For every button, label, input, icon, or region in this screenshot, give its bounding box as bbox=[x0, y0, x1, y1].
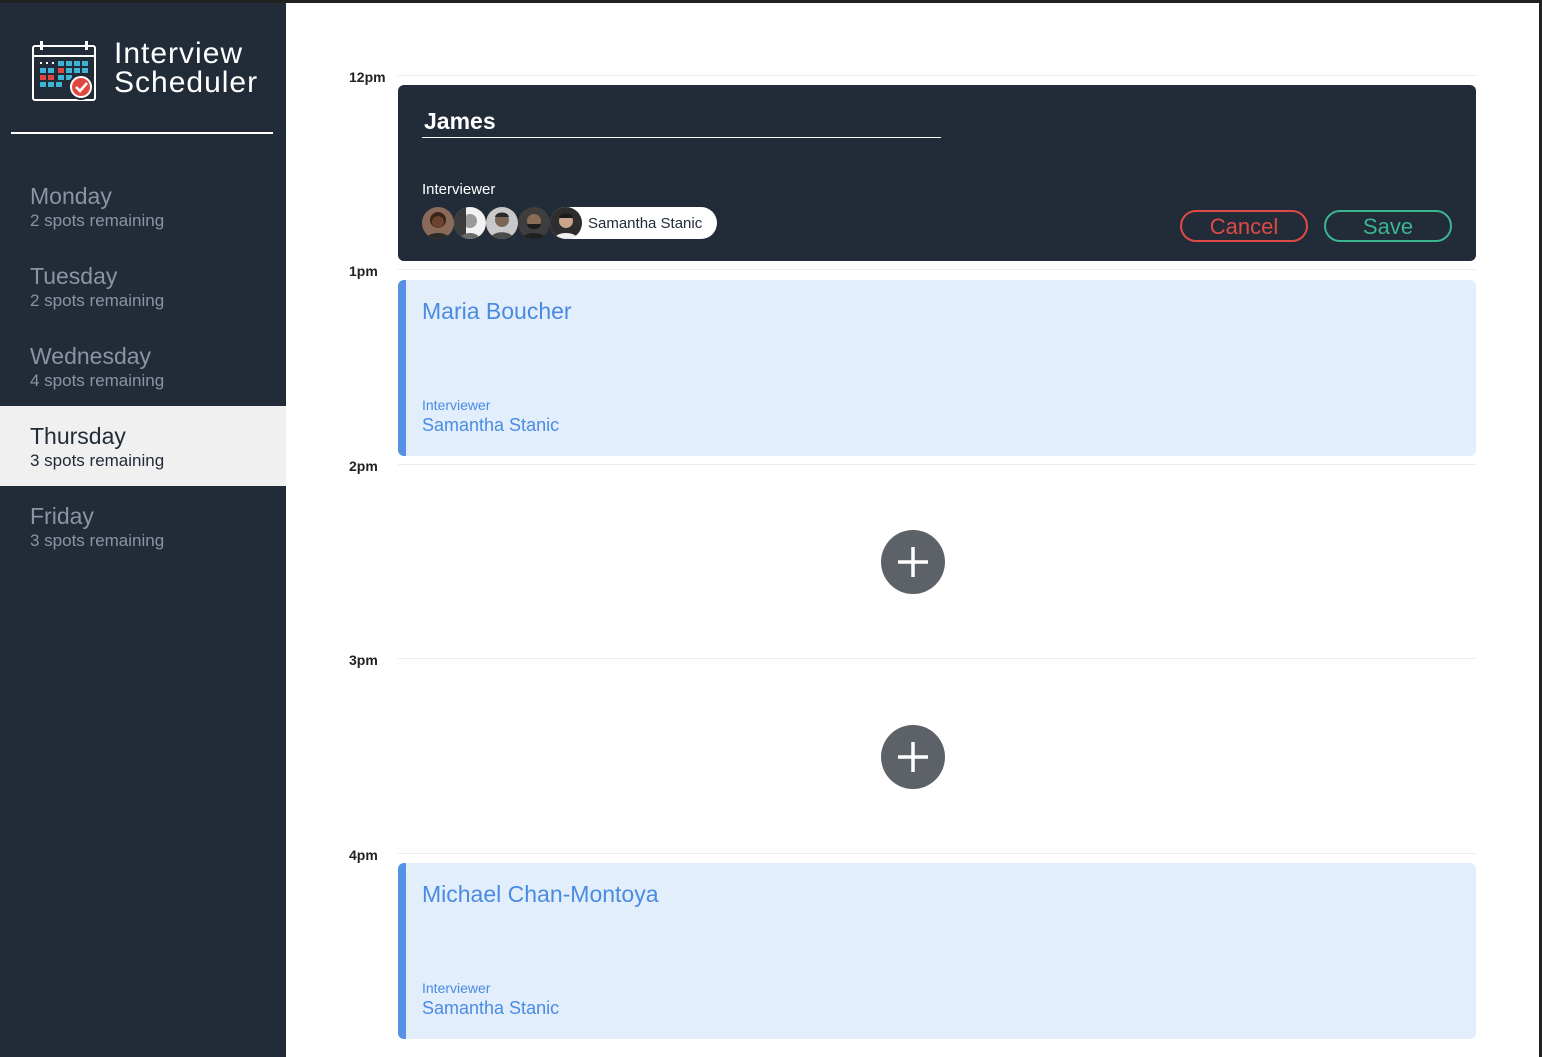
app-title-line2: Scheduler bbox=[114, 66, 259, 99]
schedule: 12pm 1pm 2pm 3pm 4pm Interviewer bbox=[286, 3, 1539, 1057]
hour-label-12pm: 12pm bbox=[349, 69, 386, 85]
appointment-interviewer-label: Interviewer bbox=[422, 980, 491, 996]
day-spots: 3 spots remaining bbox=[30, 531, 165, 550]
day-spots: 4 spots remaining bbox=[30, 371, 165, 390]
hour-divider bbox=[398, 269, 1476, 270]
appointment-form: Interviewer bbox=[398, 85, 1476, 261]
day-spots: 2 spots remaining bbox=[30, 291, 165, 310]
day-list: Monday 2 spots remaining Tuesday 2 spots… bbox=[0, 166, 286, 566]
save-button[interactable]: Save bbox=[1324, 210, 1452, 242]
hour-divider bbox=[398, 464, 1476, 465]
plus-icon bbox=[881, 725, 945, 789]
sidebar-divider bbox=[11, 132, 273, 134]
day-item-friday[interactable]: Friday 3 spots remaining bbox=[0, 486, 286, 566]
day-item-thursday[interactable]: Thursday 3 spots remaining bbox=[0, 406, 286, 486]
day-name: Monday bbox=[30, 183, 112, 209]
student-name-input[interactable] bbox=[422, 105, 941, 138]
interviewer-label: Interviewer bbox=[422, 181, 496, 198]
interviewer-avatar bbox=[550, 207, 582, 239]
interviewer-avatar[interactable] bbox=[454, 207, 486, 239]
app-title-line1: Interview bbox=[114, 37, 244, 70]
day-name: Friday bbox=[30, 503, 94, 529]
brand: Interview Scheduler bbox=[32, 39, 277, 105]
appointment-card[interactable]: Maria Boucher Interviewer Samantha Stani… bbox=[398, 280, 1476, 456]
day-name: Wednesday bbox=[30, 343, 152, 369]
plus-icon bbox=[881, 530, 945, 594]
day-item-wednesday[interactable]: Wednesday 4 spots remaining bbox=[0, 326, 286, 406]
hour-label-4pm: 4pm bbox=[349, 847, 378, 863]
appointment-card[interactable]: Michael Chan-Montoya Interviewer Samanth… bbox=[398, 863, 1476, 1039]
calendar-check-icon bbox=[32, 41, 98, 103]
appointment-interviewer: Samantha Stanic bbox=[422, 415, 560, 435]
hour-divider bbox=[398, 75, 1476, 76]
hour-divider bbox=[398, 853, 1476, 854]
hour-label-3pm: 3pm bbox=[349, 652, 378, 668]
day-spots: 3 spots remaining bbox=[30, 451, 165, 470]
interviewer-avatar[interactable] bbox=[422, 207, 454, 239]
interviewer-avatar[interactable] bbox=[518, 207, 550, 239]
day-name: Thursday bbox=[30, 423, 126, 449]
add-appointment-button[interactable] bbox=[881, 725, 945, 789]
cancel-button[interactable]: Cancel bbox=[1180, 210, 1308, 242]
hour-label-1pm: 1pm bbox=[349, 263, 378, 279]
appointment-student: Maria Boucher bbox=[422, 298, 572, 324]
hour-label-2pm: 2pm bbox=[349, 458, 378, 474]
appointment-interviewer: Samantha Stanic bbox=[422, 998, 560, 1018]
add-appointment-button[interactable] bbox=[881, 530, 945, 594]
interviewer-selected[interactable]: Samantha Stanic bbox=[550, 207, 717, 239]
appointment-student: Michael Chan-Montoya bbox=[422, 881, 659, 907]
interviewer-avatar[interactable] bbox=[486, 207, 518, 239]
hour-divider bbox=[398, 658, 1476, 659]
day-item-tuesday[interactable]: Tuesday 2 spots remaining bbox=[0, 246, 286, 326]
selected-interviewer-name: Samantha Stanic bbox=[588, 215, 703, 232]
day-item-monday[interactable]: Monday 2 spots remaining bbox=[0, 166, 286, 246]
day-name: Tuesday bbox=[30, 263, 118, 289]
app-title: Interview Scheduler bbox=[114, 37, 259, 99]
sidebar: Interview Scheduler Monday 2 spots remai… bbox=[0, 3, 286, 1057]
appointment-interviewer-label: Interviewer bbox=[422, 397, 491, 413]
day-spots: 2 spots remaining bbox=[30, 211, 165, 230]
